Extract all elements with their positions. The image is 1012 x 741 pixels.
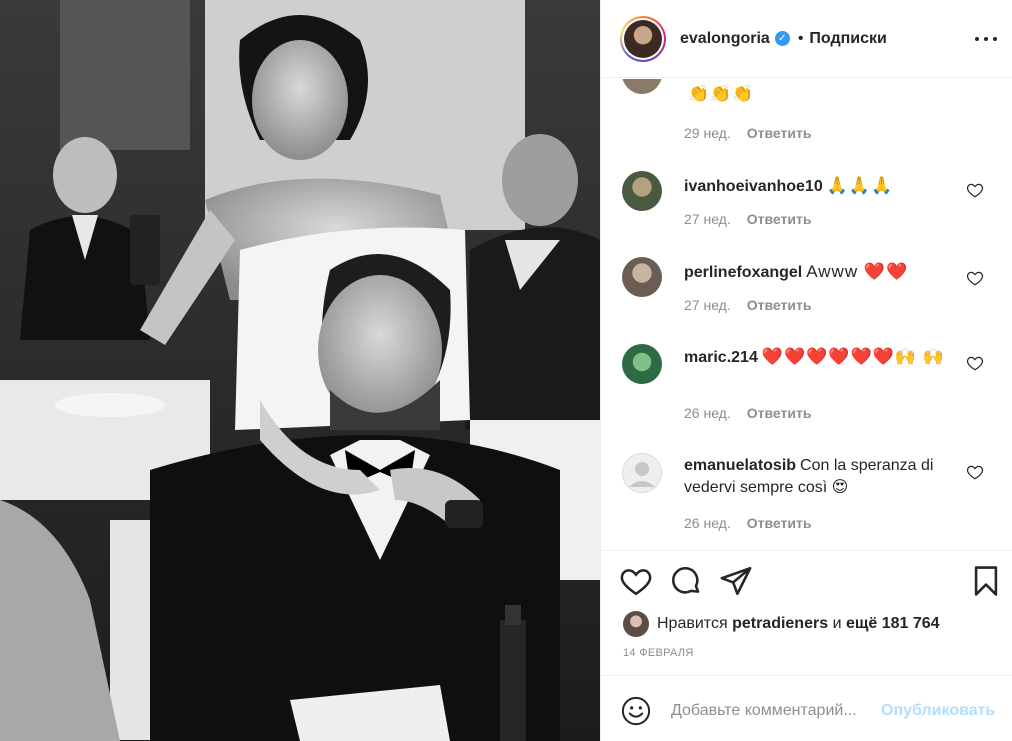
comment-avatar[interactable] bbox=[622, 257, 662, 297]
bookmark-icon[interactable] bbox=[969, 564, 1003, 598]
author-username[interactable]: evalongoria bbox=[680, 30, 770, 48]
header-separator: • bbox=[797, 29, 804, 47]
comment-avatar[interactable] bbox=[622, 79, 662, 94]
reply-button[interactable]: Ответить bbox=[747, 297, 812, 313]
comment-time[interactable]: 29 нед. bbox=[684, 125, 731, 141]
comment-item: emanuelatosib Con la speranza di vedervi … bbox=[601, 453, 1012, 549]
comment-item: perlinefoxangel Awww ❤️❤️ 27 нед. Ответить bbox=[601, 257, 1012, 337]
add-comment-bar: Опубликовать bbox=[601, 675, 1012, 741]
more-options-icon[interactable] bbox=[975, 30, 997, 48]
comment-time[interactable]: 26 нед. bbox=[684, 405, 731, 421]
like-comment-heart-icon[interactable] bbox=[966, 269, 984, 287]
photo-illustration bbox=[0, 0, 600, 741]
comment-username[interactable]: ivanhoeivanhoe10 bbox=[684, 178, 823, 195]
smiley-icon[interactable] bbox=[621, 696, 651, 726]
liker-avatar[interactable] bbox=[623, 611, 649, 637]
reply-button[interactable]: Ответить bbox=[747, 125, 812, 141]
post-side-panel: evalongoria ✓ • Подписки 👏👏👏 29 нед. Отве… bbox=[600, 0, 1012, 741]
comment-username[interactable]: maric.214 bbox=[684, 349, 758, 366]
post-header: evalongoria ✓ • Подписки bbox=[601, 0, 1012, 78]
comment-time[interactable]: 26 нед. bbox=[684, 515, 731, 531]
like-comment-heart-icon[interactable] bbox=[966, 354, 984, 372]
comment-text: Awww ❤️❤️ bbox=[806, 262, 909, 281]
paper-plane-icon[interactable] bbox=[719, 564, 753, 598]
following-button[interactable]: Подписки bbox=[809, 30, 886, 48]
reply-button[interactable]: Ответить bbox=[747, 515, 812, 531]
comment-time[interactable]: 27 нед. bbox=[684, 297, 731, 313]
likes-conjunction: и bbox=[832, 615, 842, 632]
reply-button[interactable]: Ответить bbox=[747, 405, 812, 421]
comment-icon[interactable] bbox=[669, 564, 703, 598]
comment-text: 👏👏👏 bbox=[688, 84, 755, 103]
comment-avatar[interactable] bbox=[622, 344, 662, 384]
comment-text: 🙏🙏🙏 bbox=[826, 176, 894, 195]
comment-text: ❤️❤️❤️❤️❤️❤️🙌 🙌 bbox=[761, 347, 945, 366]
author-avatar[interactable] bbox=[620, 15, 666, 62]
comment-username[interactable]: perlinefoxangel bbox=[684, 264, 802, 281]
post-actions: Нравится petradieners и ещё 181 764 14 Ф… bbox=[601, 550, 1012, 670]
comment-avatar[interactable] bbox=[622, 171, 662, 211]
like-comment-heart-icon[interactable] bbox=[966, 181, 984, 199]
post-photo[interactable] bbox=[0, 0, 600, 741]
comment-username[interactable]: emanuelatosib bbox=[684, 457, 796, 474]
publish-button[interactable]: Опубликовать bbox=[881, 702, 995, 720]
verified-badge-icon: ✓ bbox=[774, 31, 790, 46]
likes-prefix: Нравится bbox=[657, 615, 728, 632]
likes-summary: Нравится petradieners и ещё 181 764 bbox=[623, 611, 940, 637]
comment-avatar[interactable] bbox=[622, 453, 662, 493]
post-date[interactable]: 14 ФЕВРАЛЯ bbox=[623, 647, 694, 659]
comment-input[interactable] bbox=[671, 698, 881, 724]
liker-username[interactable]: petradieners bbox=[732, 615, 828, 633]
default-avatar-icon bbox=[622, 453, 662, 493]
heart-icon[interactable] bbox=[619, 564, 653, 598]
comment-item: ivanhoeivanhoe10 🙏🙏🙏 27 нед. Ответить bbox=[601, 171, 1012, 251]
likes-count[interactable]: ещё 181 764 bbox=[846, 615, 940, 633]
like-comment-heart-icon[interactable] bbox=[966, 463, 984, 481]
comments-list[interactable]: 👏👏👏 29 нед. Ответить ivanhoeivanhoe10 🙏🙏🙏 … bbox=[601, 79, 1012, 549]
comment-item: 👏👏👏 29 нед. Ответить bbox=[601, 79, 1012, 149]
reply-button[interactable]: Ответить bbox=[747, 211, 812, 227]
comment-item: maric.214 ❤️❤️❤️❤️❤️❤️🙌 🙌 26 нед. Ответить bbox=[601, 344, 1012, 444]
comment-time[interactable]: 27 нед. bbox=[684, 211, 731, 227]
